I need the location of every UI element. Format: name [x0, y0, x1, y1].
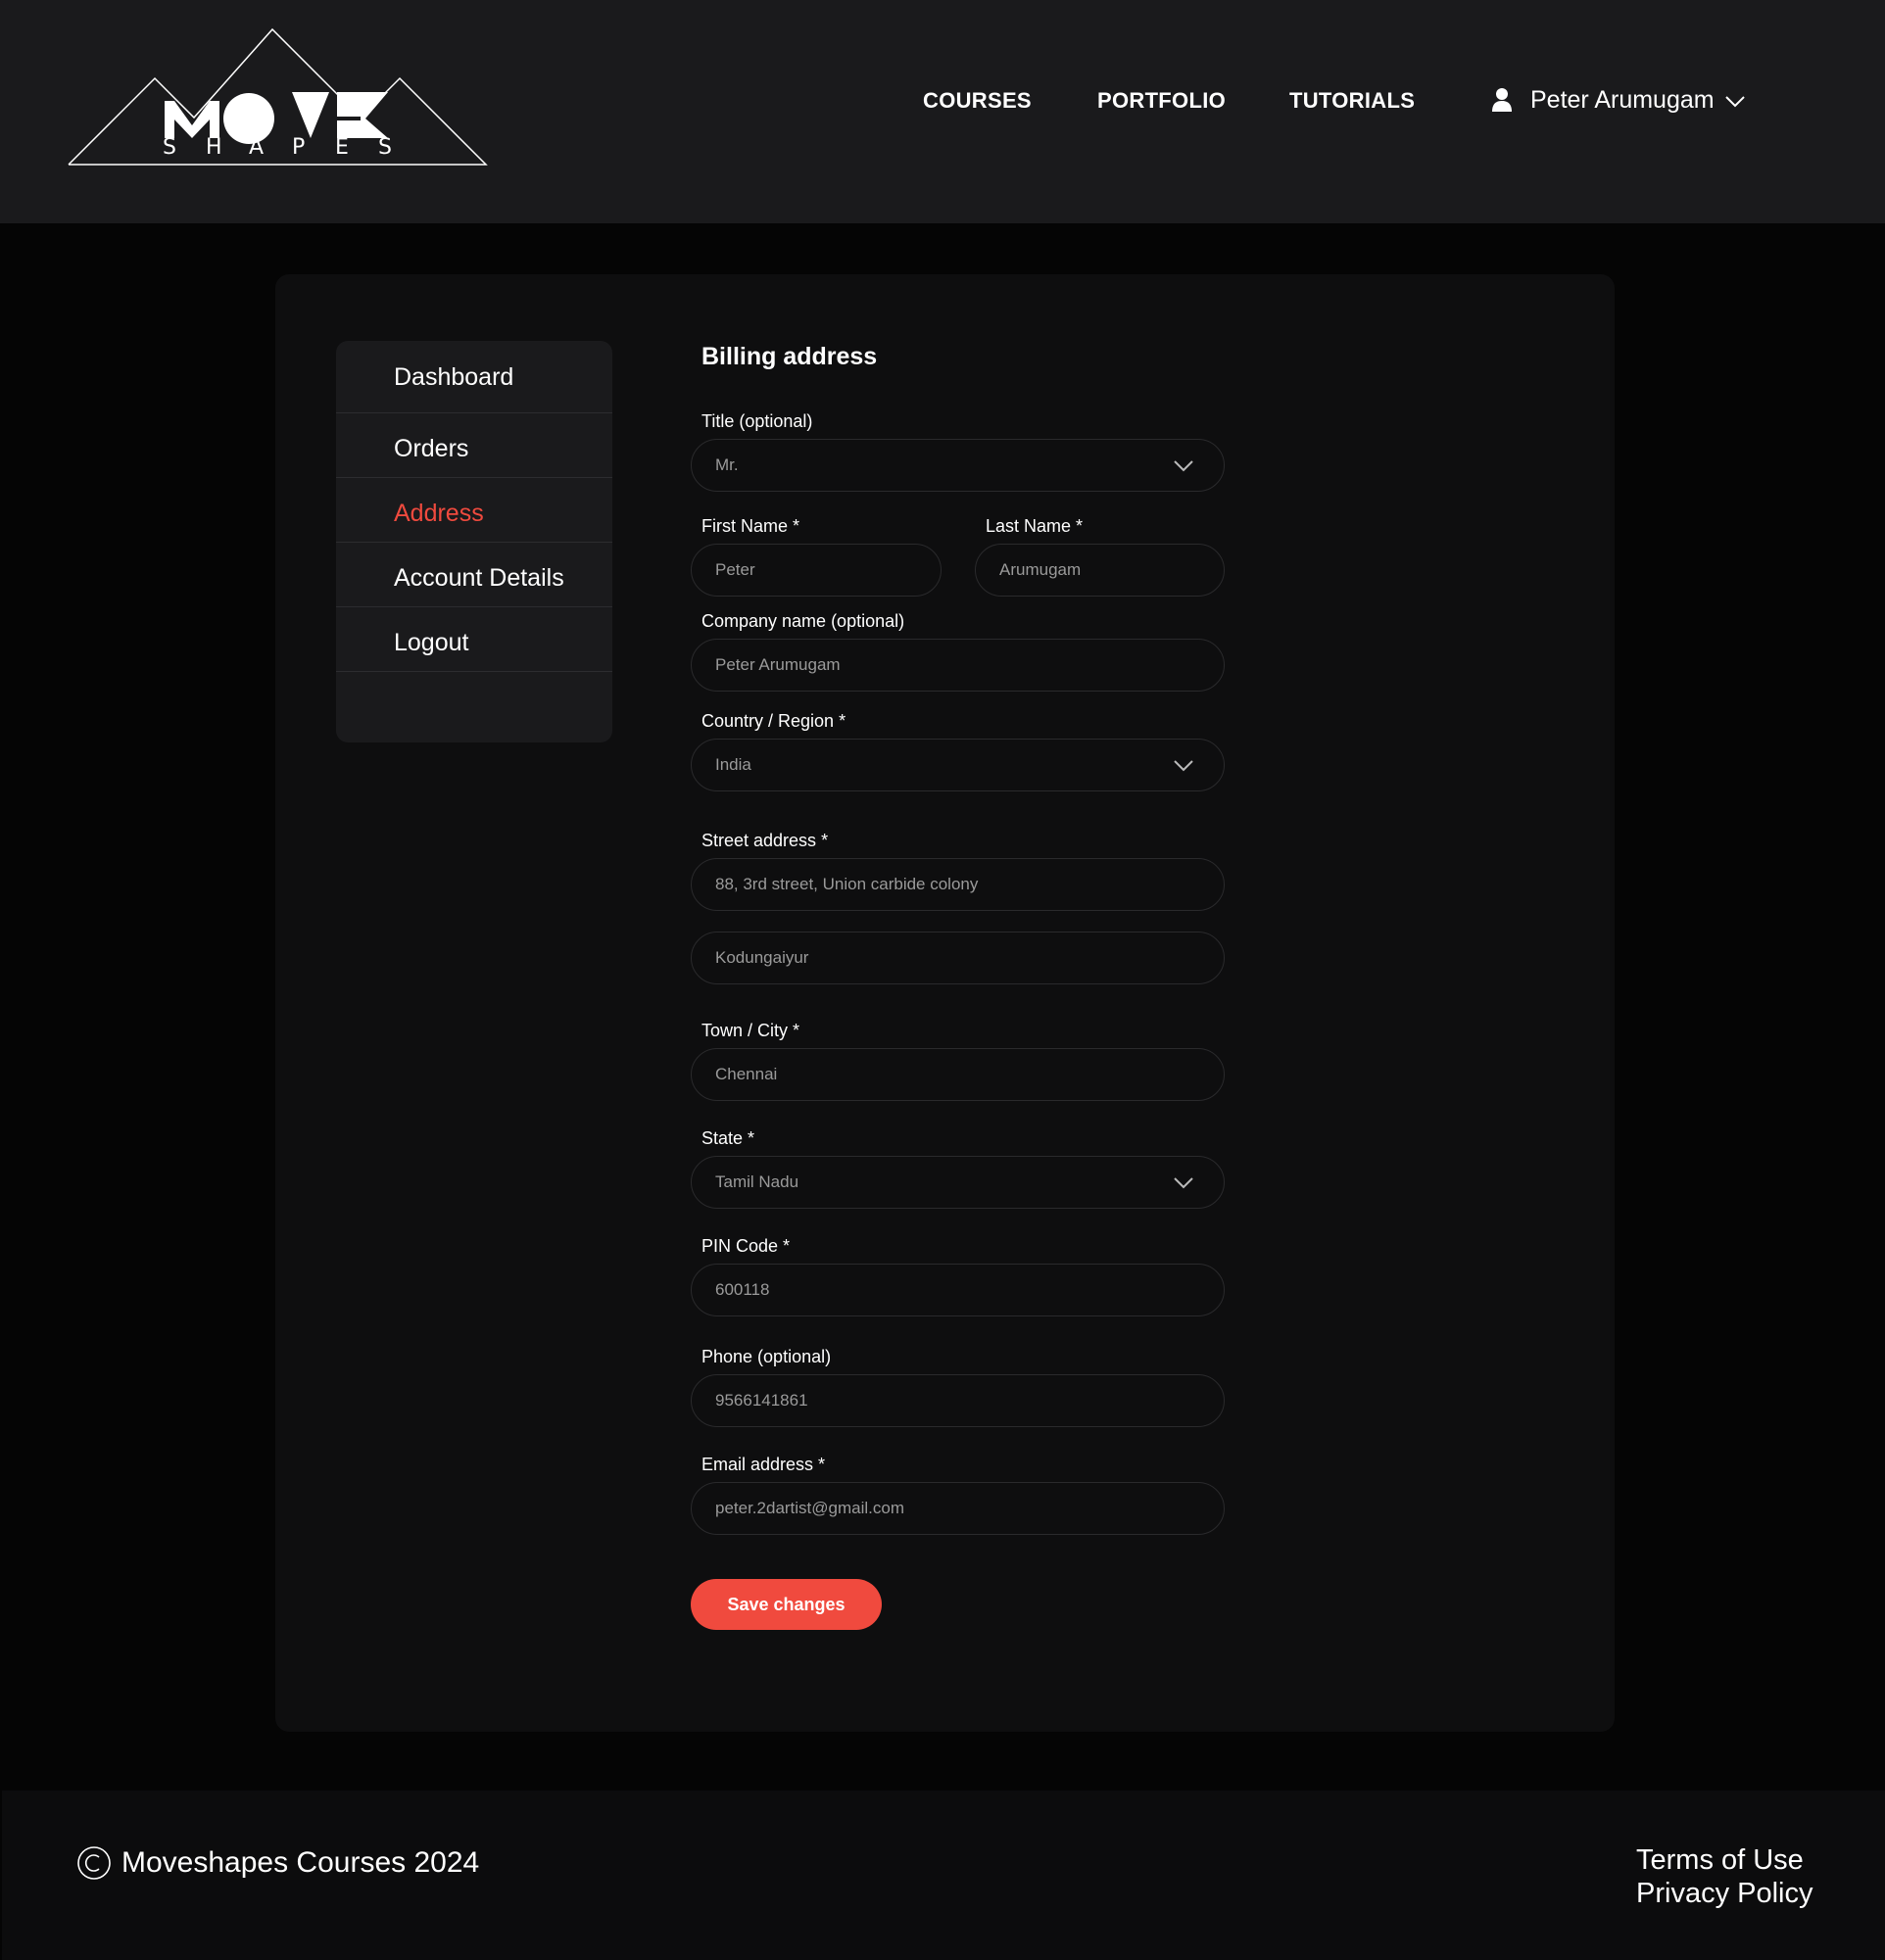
- country-select-value: India: [715, 755, 751, 774]
- email-field[interactable]: [691, 1482, 1225, 1535]
- first-name-field[interactable]: [691, 544, 942, 597]
- sidebar-item-logout[interactable]: Logout: [336, 607, 612, 672]
- last-name-label: Last Name *: [986, 516, 1084, 536]
- pin-label: PIN Code *: [701, 1236, 791, 1256]
- title-label: Title (optional): [701, 411, 813, 431]
- chevron-down-icon: [1174, 1177, 1193, 1189]
- account-card: Dashboard Orders Address Account Details…: [275, 274, 1615, 1732]
- pin-field[interactable]: [691, 1264, 1225, 1316]
- form-title: Billing address: [701, 343, 878, 370]
- street-line1-field[interactable]: [691, 858, 1225, 911]
- state-label: State *: [701, 1128, 755, 1148]
- chevron-down-icon: [1174, 460, 1193, 472]
- company-label: Company name (optional): [701, 611, 905, 631]
- terms-link[interactable]: Terms of Use: [1636, 1843, 1813, 1877]
- user-icon: [1492, 88, 1512, 112]
- city-label: Town / City *: [701, 1021, 800, 1040]
- copyright-text: Moveshapes Courses 2024: [121, 1846, 480, 1879]
- nav-courses[interactable]: COURSES: [923, 86, 1032, 116]
- save-button[interactable]: Save changes: [691, 1579, 882, 1630]
- state-select[interactable]: Tamil Nadu: [691, 1156, 1225, 1209]
- nav-tutorials[interactable]: TUTORIALS: [1289, 86, 1415, 116]
- chevron-down-icon: [1724, 96, 1745, 108]
- title-select[interactable]: Mr.: [691, 439, 1225, 492]
- sidebar-item-dashboard[interactable]: Dashboard: [336, 341, 612, 413]
- user-name: Peter Arumugam: [1530, 86, 1715, 114]
- site-header: S H A P E S COURSES PORTFOLIO TUTORIALS …: [0, 0, 1885, 223]
- account-sidebar: Dashboard Orders Address Account Details…: [336, 341, 612, 742]
- footer-links: Terms of Use Privacy Policy: [1636, 1843, 1813, 1910]
- sidebar-item-orders[interactable]: Orders: [336, 413, 612, 478]
- first-name-label: First Name *: [701, 516, 800, 536]
- site-footer: Moveshapes Courses 2024 Terms of Use Pri…: [2, 1791, 1885, 1960]
- sidebar-item-address[interactable]: Address: [336, 478, 612, 543]
- copyright: Moveshapes Courses 2024: [76, 1845, 479, 1881]
- city-field[interactable]: [691, 1048, 1225, 1101]
- email-label: Email address *: [701, 1455, 826, 1474]
- chevron-down-icon: [1174, 760, 1193, 772]
- last-name-field[interactable]: [975, 544, 1225, 597]
- street-label: Street address *: [701, 831, 829, 850]
- country-select[interactable]: India: [691, 739, 1225, 791]
- privacy-link[interactable]: Privacy Policy: [1636, 1877, 1813, 1910]
- user-menu[interactable]: Peter Arumugam: [1491, 82, 1746, 118]
- sidebar-item-account-details[interactable]: Account Details: [336, 543, 612, 607]
- street-line2-field[interactable]: [691, 932, 1225, 984]
- state-select-value: Tamil Nadu: [715, 1172, 799, 1191]
- company-field[interactable]: [691, 639, 1225, 692]
- nav-portfolio[interactable]: PORTFOLIO: [1097, 86, 1226, 116]
- phone-label: Phone (optional): [701, 1347, 832, 1366]
- title-select-value: Mr.: [715, 455, 739, 474]
- country-label: Country / Region *: [701, 711, 846, 731]
- copyright-icon: [77, 1846, 111, 1880]
- phone-field[interactable]: [691, 1374, 1225, 1427]
